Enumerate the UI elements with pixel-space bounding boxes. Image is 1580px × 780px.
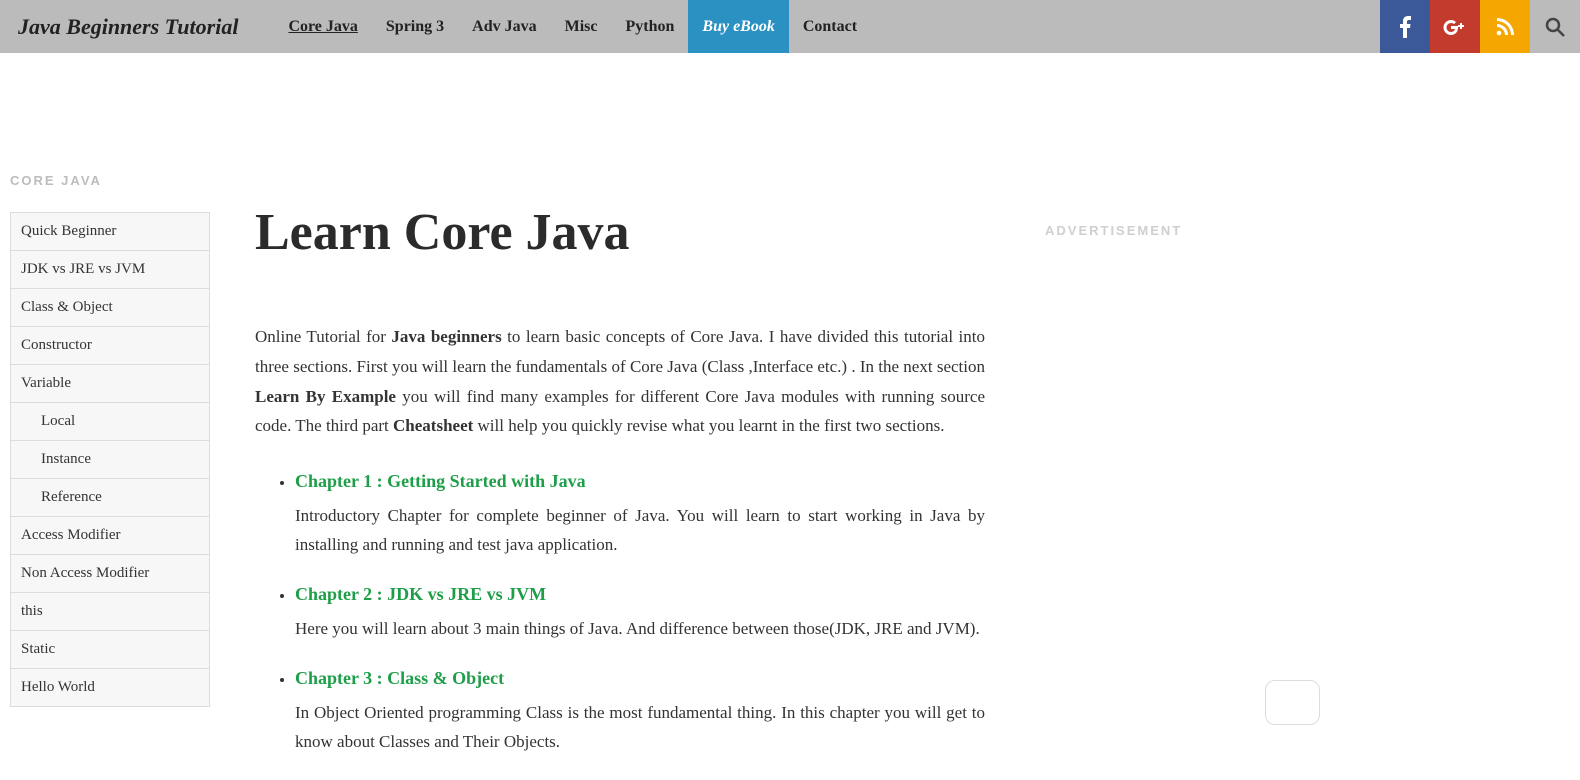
advertisement-label: ADVERTISEMENT [1045,223,1182,238]
sidebar-item[interactable]: Quick Beginner [11,213,209,251]
chapter-item: Chapter 3 : Class & Object In Object Orie… [295,668,985,757]
chapter-item: Chapter 2 : JDK vs JRE vs JVM Here you wi… [295,584,985,644]
top-navigation-bar: Java Beginners Tutorial Core JavaSpring … [0,0,1580,53]
page-title: Learn Core Java [255,203,985,262]
sidebar-item[interactable]: Instance [11,441,209,479]
right-column: ADVERTISEMENT [1045,78,1182,780]
sidebar: CORE JAVA Quick BeginnerJDK vs JRE vs JV… [0,78,210,780]
chapter-description: Introductory Chapter for complete beginn… [295,502,985,560]
sidebar-item[interactable]: JDK vs JRE vs JVM [11,251,209,289]
chapter-title-link[interactable]: Chapter 2 : JDK vs JRE vs JVM [295,584,546,605]
chapter-title-link[interactable]: Chapter 1 : Getting Started with Java [295,471,586,492]
sidebar-item[interactable]: Non Access Modifier [11,555,209,593]
sidebar-item[interactable]: this [11,593,209,631]
nav-item-misc[interactable]: Misc [551,0,612,53]
sidebar-item[interactable]: Variable [11,365,209,403]
google-plus-icon[interactable] [1430,0,1480,53]
chapter-description: Here you will learn about 3 main things … [295,615,985,644]
sidebar-item[interactable]: Class & Object [11,289,209,327]
social-strip [1380,0,1580,53]
nav-item-buy-ebook[interactable]: Buy eBook [688,0,788,53]
chapter-description: In Object Oriented programming Class is … [295,699,985,757]
scroll-to-top-button[interactable] [1265,680,1320,725]
nav-item-python[interactable]: Python [611,0,688,53]
facebook-icon[interactable] [1380,0,1430,53]
sidebar-list: Quick BeginnerJDK vs JRE vs JVMClass & O… [10,212,210,707]
search-icon[interactable] [1530,0,1580,53]
sidebar-item[interactable]: Constructor [11,327,209,365]
sidebar-item[interactable]: Access Modifier [11,517,209,555]
intro-paragraph: Online Tutorial for Java beginners to le… [255,322,985,441]
sidebar-item[interactable]: Local [11,403,209,441]
nav-item-spring-3[interactable]: Spring 3 [372,0,458,53]
sidebar-item[interactable]: Reference [11,479,209,517]
nav-item-core-java[interactable]: Core Java [274,0,371,53]
chapter-title-link[interactable]: Chapter 3 : Class & Object [295,668,504,689]
nav-item-contact[interactable]: Contact [789,0,871,53]
site-title[interactable]: Java Beginners Tutorial [0,0,256,53]
sidebar-item[interactable]: Static [11,631,209,669]
nav-item-adv-java[interactable]: Adv Java [458,0,550,53]
main-content: Learn Core Java Online Tutorial for Java… [255,78,985,780]
main-nav: Core JavaSpring 3Adv JavaMiscPythonBuy e… [274,0,871,53]
chapter-list: Chapter 1 : Getting Started with Java Int… [295,471,985,756]
sidebar-heading: CORE JAVA [10,173,210,188]
sidebar-item[interactable]: Hello World [11,669,209,707]
rss-icon[interactable] [1480,0,1530,53]
chapter-item: Chapter 1 : Getting Started with Java Int… [295,471,985,560]
